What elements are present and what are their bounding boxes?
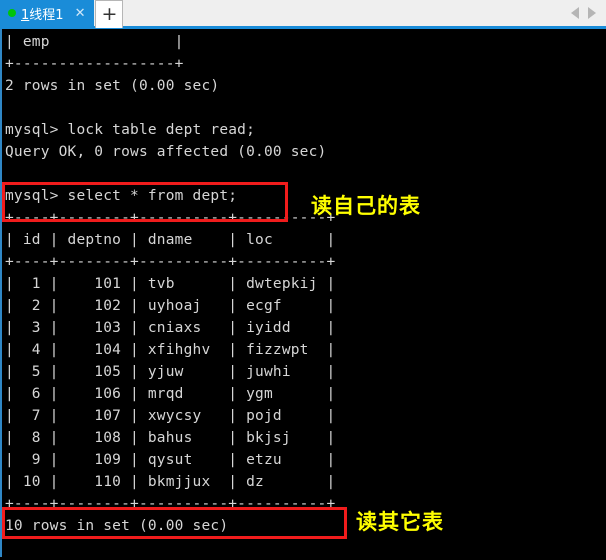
tab-bar-spacer <box>123 0 571 26</box>
close-icon[interactable]: ✕ <box>69 7 88 20</box>
tab-status-dot-icon <box>8 9 16 17</box>
chevron-right-icon[interactable] <box>588 7 596 19</box>
terminal-left-rail <box>0 29 2 557</box>
annotation-read-own-table: 读自己的表 <box>311 194 421 218</box>
tab-thread-1[interactable]: 1线程1 ✕ <box>0 0 95 26</box>
tab-nav-controls <box>571 0 606 26</box>
annotation-read-other-table: 读其它表 <box>356 510 444 534</box>
chevron-left-icon[interactable] <box>571 7 579 19</box>
new-tab-button[interactable]: + <box>95 0 124 28</box>
tab-title: 线程1 <box>29 7 64 23</box>
terminal-output-area[interactable]: | emp | +------------------+ 2 rows in s… <box>0 29 606 557</box>
tab-label: 1线程1 <box>21 4 64 23</box>
console-text: | emp | +------------------+ 2 rows in s… <box>5 34 336 534</box>
tab-bar: 1线程1 ✕ + <box>0 0 606 29</box>
